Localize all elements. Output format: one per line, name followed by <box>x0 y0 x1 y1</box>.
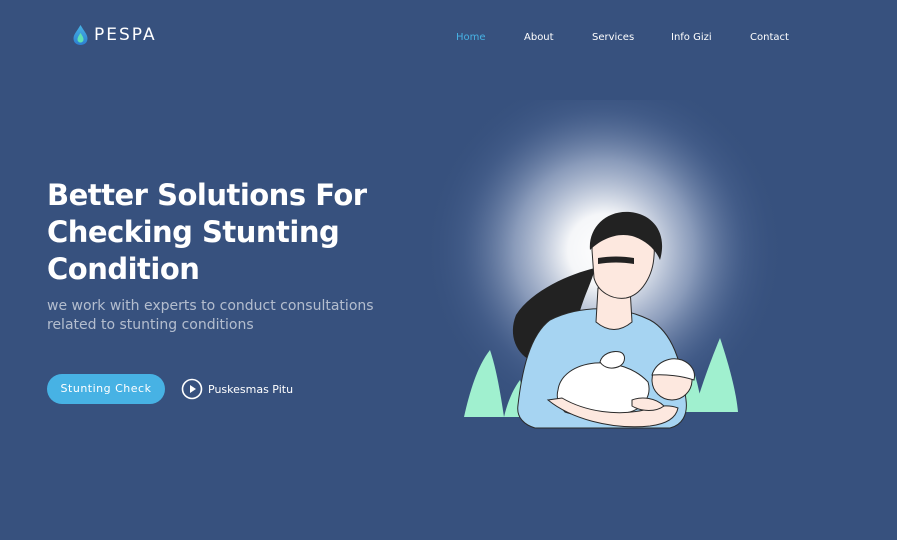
hero-subtitle: we work with experts to conduct consulta… <box>47 298 374 333</box>
hero-title: Better Solutions For Checking Stunting C… <box>47 178 367 286</box>
stunting-check-button[interactable]: Stunting Check <box>47 374 165 404</box>
play-circle-icon <box>181 378 203 400</box>
video-link[interactable]: Puskesmas Pitu <box>181 378 293 400</box>
nav-contact[interactable]: Contact <box>750 31 789 45</box>
video-link-label: Puskesmas Pitu <box>208 382 294 396</box>
nav-info-gizi[interactable]: Info Gizi <box>671 31 712 45</box>
site-header: PESPA Home About Services Info Gizi Cont… <box>0 0 897 72</box>
nav-services[interactable]: Services <box>592 31 634 45</box>
mother-breastfeeding-illustration <box>424 100 784 430</box>
nav-about[interactable]: About <box>524 31 554 45</box>
nav-home[interactable]: Home <box>456 31 486 45</box>
main-nav: Home About Services Info Gizi Contact <box>0 31 897 45</box>
